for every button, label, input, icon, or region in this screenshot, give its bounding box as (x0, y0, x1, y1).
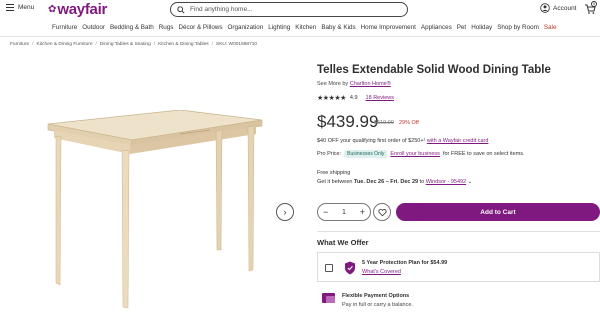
shield-icon (345, 261, 355, 275)
increase-quantity-button[interactable]: + (360, 207, 365, 217)
nav-outdoor[interactable]: Outdoor (82, 24, 105, 31)
product-title: Telles Extendable Solid Wood Dining Tabl… (317, 64, 551, 76)
nav-rugs[interactable]: Rugs (159, 24, 174, 31)
chevron-right-icon: › (283, 207, 287, 217)
protection-plan-option: 5 Year Protection Plan for $54.99 What's… (317, 252, 600, 282)
decrease-quantity-button[interactable]: − (323, 207, 328, 217)
enroll-business-link[interactable]: Enroll your business (390, 151, 440, 157)
menu-button[interactable]: Menu (6, 4, 34, 11)
logo-text: wayfair (57, 1, 107, 18)
next-image-button[interactable]: › (276, 203, 294, 221)
account-button[interactable]: Account (540, 3, 577, 13)
nav-pet[interactable]: Pet (457, 24, 466, 31)
search-input[interactable] (190, 6, 390, 13)
credit-card-offer: $40 OFF your qualifying first order of $… (317, 138, 488, 144)
what-we-offer-heading: What We Offer (317, 238, 369, 247)
nav-shop-by-room[interactable]: Shop by Room (497, 24, 539, 31)
cart-count-badge: 0 (591, 1, 597, 7)
top-bar: Menu ✿ wayfair Account 0 (0, 0, 600, 20)
nav-sale[interactable]: Sale (544, 24, 557, 31)
nav-home-improvement[interactable]: Home Improvement (361, 24, 416, 31)
chevron-down-icon[interactable]: ⌄ (468, 179, 473, 185)
breadcrumb-sku: SKU: W001668710 (216, 42, 258, 47)
logo-pinwheel-icon: ✿ (48, 4, 57, 15)
payment-card-icon (322, 293, 335, 303)
pro-price-row: Pro Price: Businesses Only Enroll your b… (317, 150, 525, 158)
breadcrumb-separator: / (95, 42, 97, 47)
breadcrumb-separator: / (32, 42, 34, 47)
search-icon (177, 5, 185, 14)
nav-furniture[interactable]: Furniture (52, 24, 77, 31)
flexible-payment-title: Flexible Payment Options (342, 293, 410, 299)
breadcrumb-kitchen-dining-tables[interactable]: Kitchen & Dining Tables (158, 42, 209, 47)
shipping-info: Free shipping Get it between Tue. Dec 26… (317, 169, 472, 187)
protection-plan-title: 5 Year Protection Plan for $54.99 (362, 260, 448, 266)
search-bar[interactable] (170, 2, 408, 17)
delivery-estimate: Get it between Tue. Dec 26 – Fri. Dec 29… (317, 178, 472, 187)
businesses-only-badge: Businesses Only (344, 150, 388, 158)
sale-price: $439.99 (317, 112, 379, 131)
reviews-link[interactable]: 18 Reviews (366, 95, 394, 101)
credit-offer-text: $40 OFF your qualifying first order of $… (317, 138, 426, 144)
nav-baby-kids[interactable]: Baby & Kids (321, 24, 355, 31)
nav-organization[interactable]: Organization (228, 24, 264, 31)
nav-holiday[interactable]: Holiday (471, 24, 492, 31)
nav-bedding-bath[interactable]: Bedding & Bath (110, 24, 154, 31)
whats-covered-link[interactable]: What's Covered (362, 269, 401, 275)
category-nav: Furniture Outdoor Bedding & Bath Rugs Dé… (52, 24, 556, 31)
rating-summary: ★★★★★ 4.9 18 Reviews (317, 94, 394, 102)
nav-decor-pillows[interactable]: Décor & Pillows (178, 24, 222, 31)
original-price: $619.99 (374, 120, 394, 126)
delivery-dates: Tue. Dec 26 – Fri. Dec 29 (354, 179, 419, 185)
breadcrumb-furniture[interactable]: Furniture (10, 42, 29, 47)
account-icon (540, 3, 550, 13)
favorite-button[interactable] (373, 203, 391, 221)
see-more-prefix: See More by (317, 81, 349, 87)
breadcrumb-dining-tables-seating[interactable]: Dining Tables & Seating (100, 42, 151, 47)
see-more-brand: See More by Charlton Home® (317, 81, 391, 87)
free-shipping-label: Free shipping (317, 170, 351, 176)
breadcrumb: Furniture / Kitchen & Dining Furniture / D… (10, 42, 257, 47)
header-divider (0, 36, 600, 37)
credit-card-link[interactable]: with a Wayfair credit card (427, 138, 489, 144)
delivery-prefix: Get it between (317, 179, 353, 185)
nav-lighting[interactable]: Lighting (268, 24, 290, 31)
wayfair-logo[interactable]: ✿ wayfair (48, 1, 107, 18)
nav-appliances[interactable]: Appliances (421, 24, 452, 31)
menu-label: Menu (18, 4, 35, 11)
quantity-value[interactable]: 1 (342, 209, 346, 216)
flexible-payment-subtitle: Pay in full or carry a balance. (342, 302, 413, 308)
heart-icon (377, 208, 387, 216)
section-divider (317, 231, 600, 232)
quantity-stepper: − 1 + (317, 203, 371, 221)
brand-link[interactable]: Charlton Home® (350, 81, 391, 87)
breadcrumb-kitchen-dining-furniture[interactable]: Kitchen & Dining Furniture (37, 42, 93, 47)
breadcrumb-separator: / (153, 42, 156, 47)
cart-button[interactable]: 0 (584, 1, 597, 14)
product-image[interactable] (40, 110, 270, 310)
delivery-location-link[interactable]: Windsor - 95492 (426, 179, 466, 185)
star-rating-icon: ★★★★★ (317, 95, 346, 102)
account-label: Account (553, 4, 577, 12)
rating-value: 4.9 (349, 95, 358, 101)
pro-price-label: Pro Price: (317, 151, 342, 157)
add-to-cart-button[interactable]: Add to Cart (396, 203, 600, 221)
protection-plan-checkbox[interactable] (325, 264, 333, 272)
hamburger-icon (6, 4, 14, 11)
discount-badge: 29% Off (399, 120, 419, 126)
pro-suffix-text: for FREE to save on select items. (442, 151, 525, 157)
delivery-to: to (419, 179, 425, 185)
nav-kitchen[interactable]: Kitchen (295, 24, 316, 31)
breadcrumb-separator: / (211, 42, 214, 47)
